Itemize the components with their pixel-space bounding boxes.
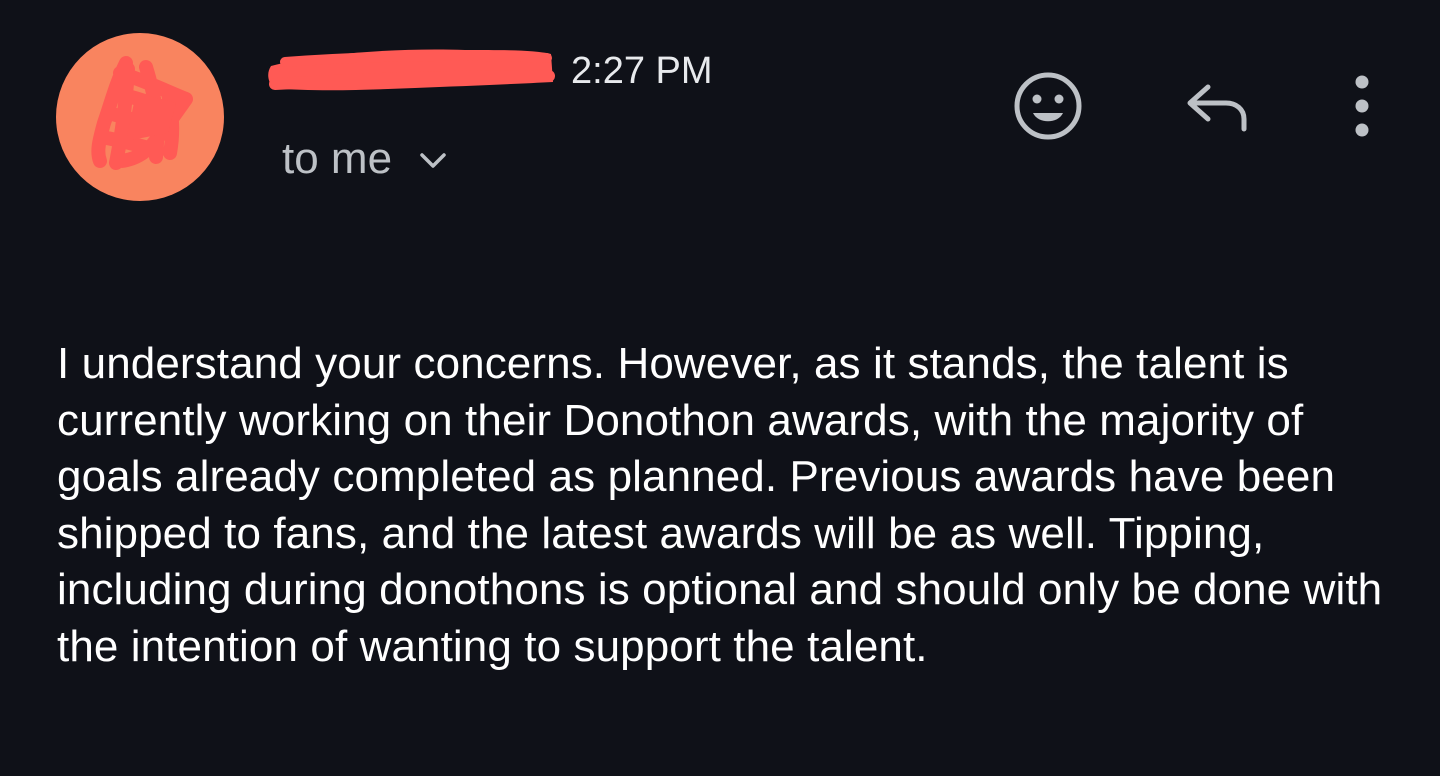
sender-name-redacted <box>265 40 557 96</box>
chevron-down-icon <box>420 153 446 168</box>
add-reaction-icon <box>1014 72 1082 140</box>
add-reaction-button[interactable] <box>1008 66 1088 146</box>
more-vertical-icon <box>1355 75 1369 137</box>
email-message-view: 2:27 PM to me I understand your concerns… <box>0 0 1440 776</box>
redacted-avatar-scribble <box>91 56 193 170</box>
reply-icon <box>1187 84 1247 132</box>
sender-avatar[interactable] <box>56 33 224 201</box>
message-timestamp: 2:27 PM <box>571 50 713 92</box>
message-body: I understand your concerns. However, as … <box>57 336 1397 675</box>
recipient-details-toggle[interactable]: to me <box>282 133 448 185</box>
message-body-text: I understand your concerns. However, as … <box>57 339 1383 671</box>
recipient-label: to me <box>282 134 393 183</box>
reply-button[interactable] <box>1176 74 1256 138</box>
more-options-button[interactable] <box>1332 66 1392 146</box>
